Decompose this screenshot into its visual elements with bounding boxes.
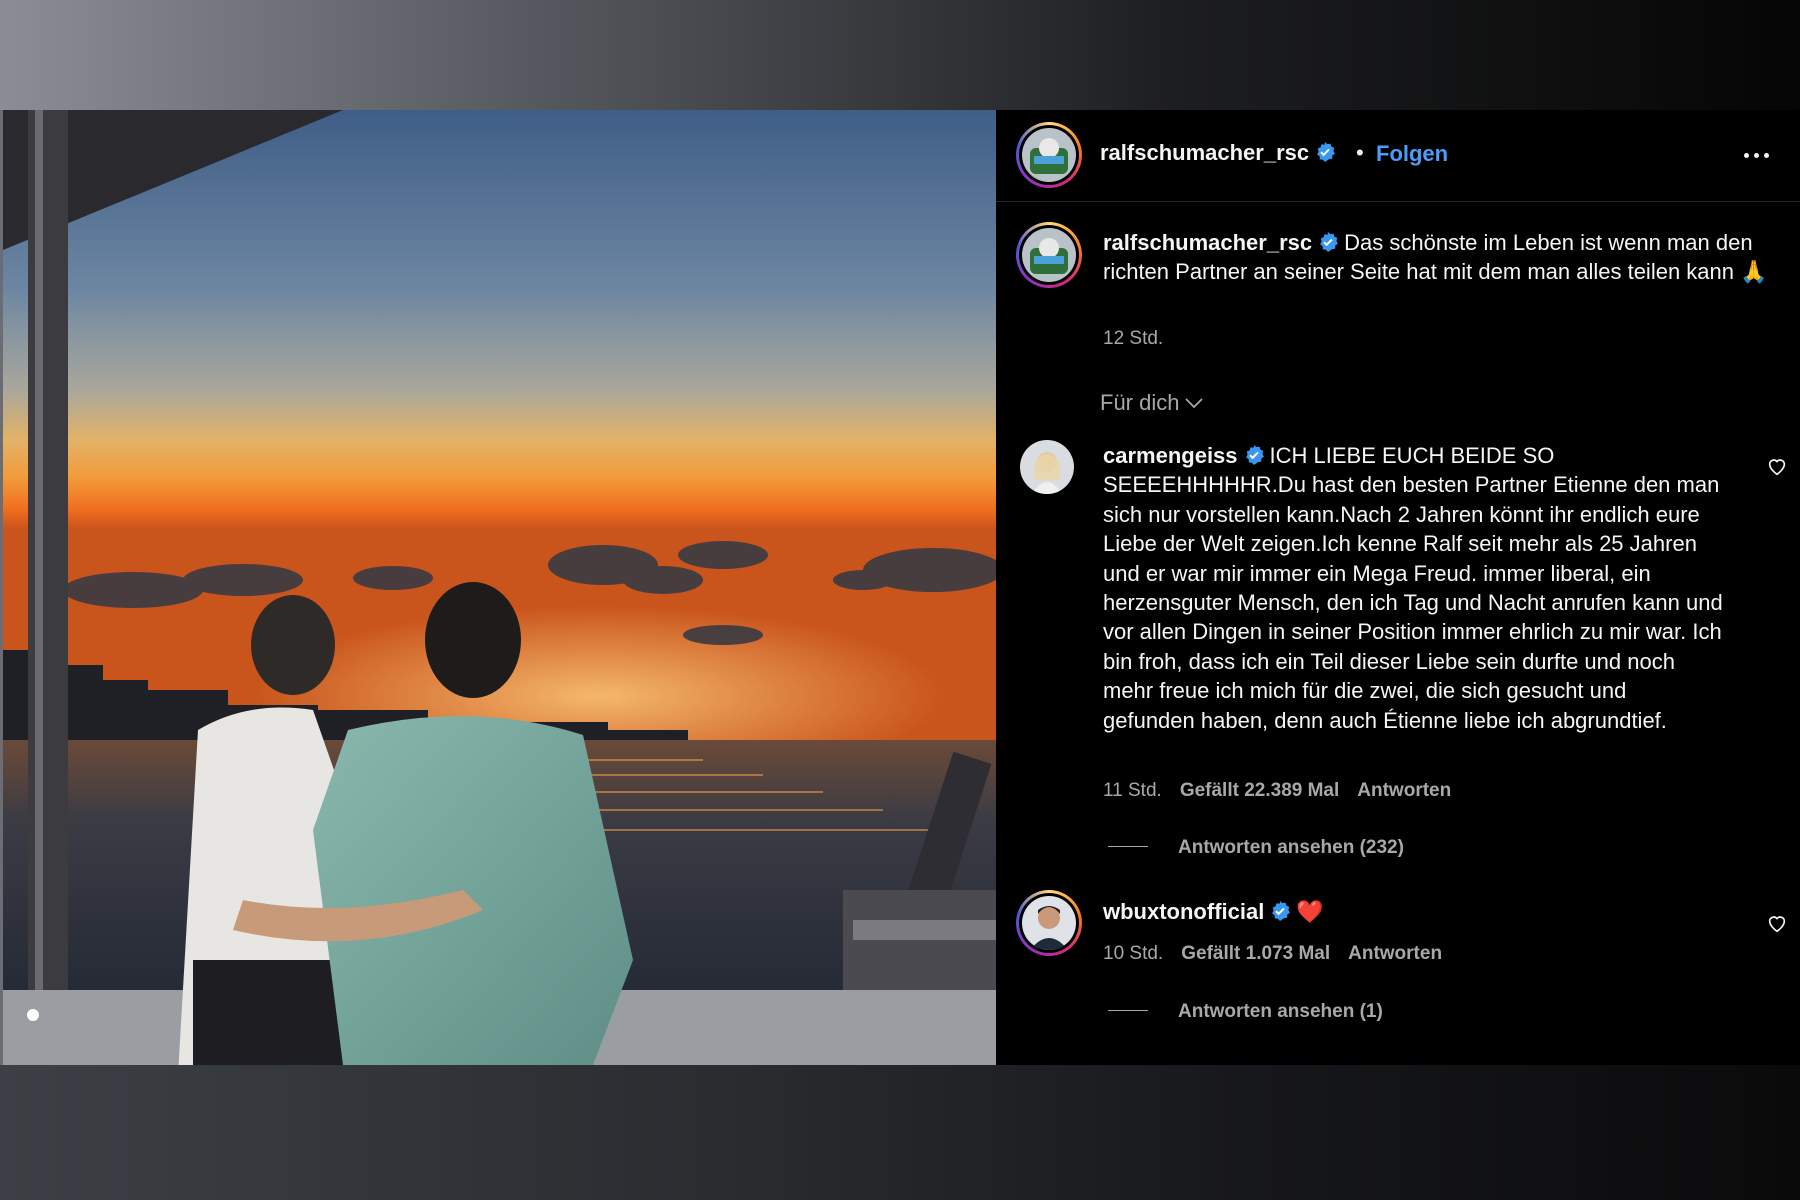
comment-body: wbuxtonofficial ❤️ xyxy=(1103,897,1723,926)
chevron-down-icon xyxy=(1185,398,1204,409)
post-caption: ralfschumacher_rsc Das schönste im Leben … xyxy=(1103,228,1783,287)
sort-label: Für dich xyxy=(1100,390,1180,415)
comment-avatar[interactable] xyxy=(1020,440,1074,494)
background-bottom xyxy=(0,1065,1800,1200)
follow-button[interactable]: Folgen xyxy=(1376,141,1448,167)
author-username[interactable]: ralfschumacher_rsc xyxy=(1100,140,1336,166)
more-icon[interactable] xyxy=(1740,140,1780,170)
view-replies-button[interactable]: Antworten ansehen (232) xyxy=(1108,837,1404,859)
comment-time: 10 Std. xyxy=(1103,943,1164,964)
comment-username[interactable]: wbuxtonofficial xyxy=(1103,899,1264,924)
comment-likes[interactable]: Gefällt 22.389 Mal xyxy=(1180,780,1339,801)
replies-divider xyxy=(1108,846,1148,847)
comment-time: 11 Std. xyxy=(1103,780,1162,801)
caption-time: 12 Std. xyxy=(1103,328,1164,349)
comment-likes[interactable]: Gefällt 1.073 Mal xyxy=(1181,943,1330,964)
sort-dropdown[interactable]: Für dich xyxy=(1100,390,1204,416)
verified-badge-icon xyxy=(1245,445,1264,465)
comment-text: ❤️ xyxy=(1296,899,1324,924)
background-top xyxy=(0,0,1800,110)
comment-meta: 10 Std. Gefällt 1.073 Mal Antworten xyxy=(1103,943,1442,965)
comment-body: carmengeiss ICH LIEBE EUCH BEIDE SO SEEEE… xyxy=(1103,441,1723,735)
heart-outline-icon[interactable] xyxy=(1766,912,1788,934)
view-replies-label: Antworten ansehen (232) xyxy=(1178,837,1404,858)
replies-divider xyxy=(1108,1010,1148,1011)
reply-button[interactable]: Antworten xyxy=(1348,943,1442,964)
post-photo xyxy=(3,110,996,1065)
comments-panel: ralfschumacher_rsc • Folgen ralfschumach… xyxy=(996,110,1800,1065)
verified-badge-icon xyxy=(1320,232,1339,252)
heart-outline-icon[interactable] xyxy=(1766,455,1788,477)
view-replies-button[interactable]: Antworten ansehen (1) xyxy=(1108,1001,1383,1023)
caption-username[interactable]: ralfschumacher_rsc xyxy=(1103,230,1312,255)
reply-button[interactable]: Antworten xyxy=(1357,780,1451,801)
comment-meta: 11 Std. Gefällt 22.389 Mal Antworten xyxy=(1103,780,1451,802)
post-header: ralfschumacher_rsc • Folgen xyxy=(996,110,1800,202)
separator-dot: • xyxy=(1356,140,1364,165)
verified-badge-icon xyxy=(1272,901,1291,921)
view-replies-label: Antworten ansehen (1) xyxy=(1178,1001,1383,1022)
comment-text: ICH LIEBE EUCH BEIDE SO SEEEEHHHHHR.Du h… xyxy=(1103,443,1723,733)
caption-author-avatar[interactable] xyxy=(1016,222,1082,288)
verified-badge-icon xyxy=(1317,142,1336,162)
author-username-text[interactable]: ralfschumacher_rsc xyxy=(1100,140,1309,165)
comment-username[interactable]: carmengeiss xyxy=(1103,443,1238,468)
comment-avatar[interactable] xyxy=(1016,890,1082,956)
author-avatar[interactable] xyxy=(1016,122,1082,188)
